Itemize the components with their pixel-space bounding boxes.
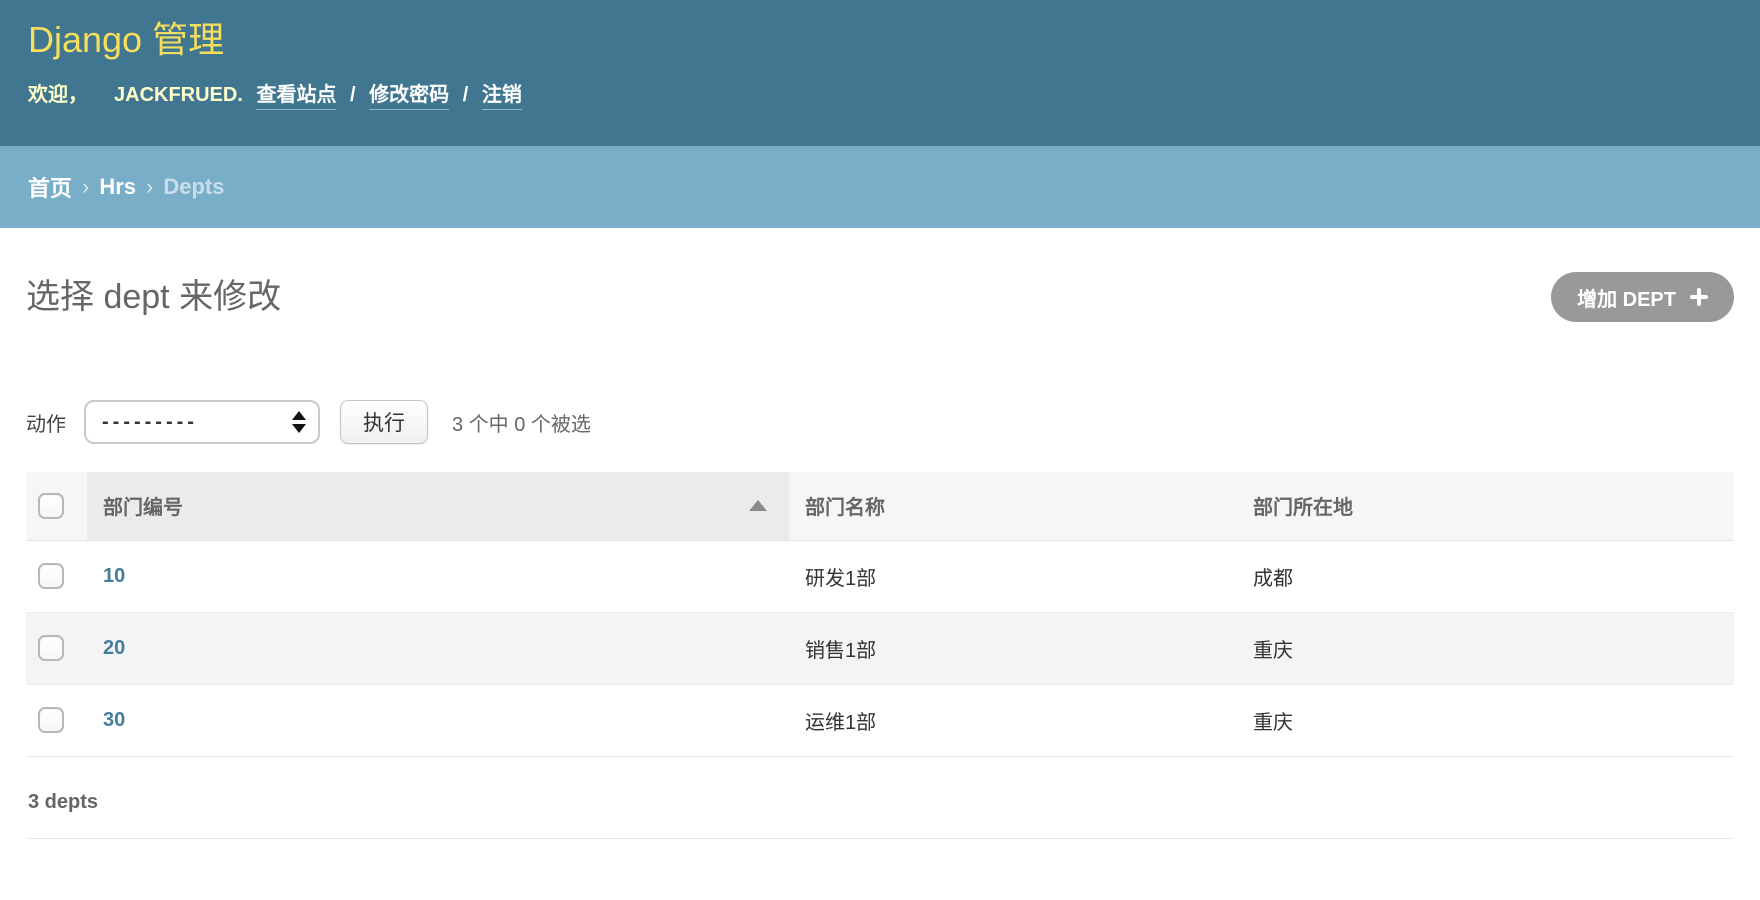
breadcrumb-current: Depts [163, 174, 224, 200]
column-header-dept-no[interactable]: 部门编号 [87, 472, 789, 540]
action-select[interactable]: --------- [84, 400, 320, 444]
table-row: 10 研发1部 成都 [26, 540, 1734, 612]
row-checkbox[interactable] [38, 635, 64, 661]
column-header-label: 部门名称 [805, 497, 885, 519]
user-tools: 欢迎， JACKFRUED. 查看站点 / 修改密码 / 注销 [28, 78, 1732, 107]
sort-ascending-icon[interactable] [749, 500, 767, 511]
main-content: 选择 dept 来修改 增加 DEPT 动作 --------- 执行 3 个中… [0, 272, 1760, 839]
admin-header: Django 管理 欢迎， JACKFRUED. 查看站点 / 修改密码 / 注销 [0, 0, 1760, 146]
result-table: 部门编号 部门名称 部门所在地 10 研发1部 成都 [26, 472, 1734, 757]
column-header-label: 部门所在地 [1253, 497, 1353, 519]
dept-name-cell: 研发1部 [789, 540, 1237, 612]
breadcrumb-home-link[interactable]: 首页 [28, 171, 72, 203]
dept-no-link[interactable]: 30 [103, 709, 125, 731]
select-all-checkbox[interactable] [38, 493, 64, 519]
column-header-dept-name[interactable]: 部门名称 [789, 472, 1237, 540]
page-title: 选择 dept 来修改 [26, 272, 281, 322]
table-row: 20 销售1部 重庆 [26, 612, 1734, 684]
select-all-header [26, 472, 87, 540]
select-spinner-icon [292, 411, 306, 433]
logout-link[interactable]: 注销 [482, 84, 522, 110]
change-password-link[interactable]: 修改密码 [369, 84, 449, 110]
dept-location-cell: 成都 [1237, 540, 1734, 612]
site-title-link[interactable]: Django 管理 [28, 19, 224, 60]
breadcrumb: 首页 › Hrs › Depts [0, 146, 1760, 228]
row-checkbox[interactable] [38, 563, 64, 589]
breadcrumb-separator: › [82, 174, 89, 200]
add-dept-button[interactable]: 增加 DEPT [1551, 272, 1734, 322]
dept-no-link[interactable]: 20 [103, 637, 125, 659]
dept-no-link[interactable]: 10 [103, 565, 125, 587]
dept-name-cell: 销售1部 [789, 612, 1237, 684]
actions-label: 动作 [26, 408, 66, 437]
breadcrumb-separator: › [146, 174, 153, 200]
go-button[interactable]: 执行 [340, 400, 428, 444]
branding: Django 管理 [28, 0, 1732, 62]
link-separator: / [350, 84, 356, 106]
dept-name-cell: 运维1部 [789, 684, 1237, 756]
row-checkbox[interactable] [38, 707, 64, 733]
breadcrumb-app-link[interactable]: Hrs [99, 174, 136, 200]
dept-location-cell: 重庆 [1237, 612, 1734, 684]
action-select-value: --------- [102, 411, 292, 434]
column-header-label: 部门编号 [103, 491, 183, 520]
column-header-dept-location[interactable]: 部门所在地 [1237, 472, 1734, 540]
actions-row: 动作 --------- 执行 3 个中 0 个被选 [26, 400, 1734, 444]
paginator-count: 3 depts [26, 757, 1734, 839]
view-site-link[interactable]: 查看站点 [256, 84, 336, 110]
table-header-row: 部门编号 部门名称 部门所在地 [26, 472, 1734, 540]
title-row: 选择 dept 来修改 增加 DEPT [26, 272, 1734, 322]
plus-icon [1690, 288, 1708, 306]
table-row: 30 运维1部 重庆 [26, 684, 1734, 756]
add-dept-label: 增加 DEPT [1577, 283, 1676, 312]
action-counter: 3 个中 0 个被选 [452, 408, 591, 437]
dept-location-cell: 重庆 [1237, 684, 1734, 756]
link-separator: / [463, 84, 469, 106]
welcome-username: JACKFRUED. [114, 84, 243, 106]
welcome-text: 欢迎， [28, 84, 88, 106]
